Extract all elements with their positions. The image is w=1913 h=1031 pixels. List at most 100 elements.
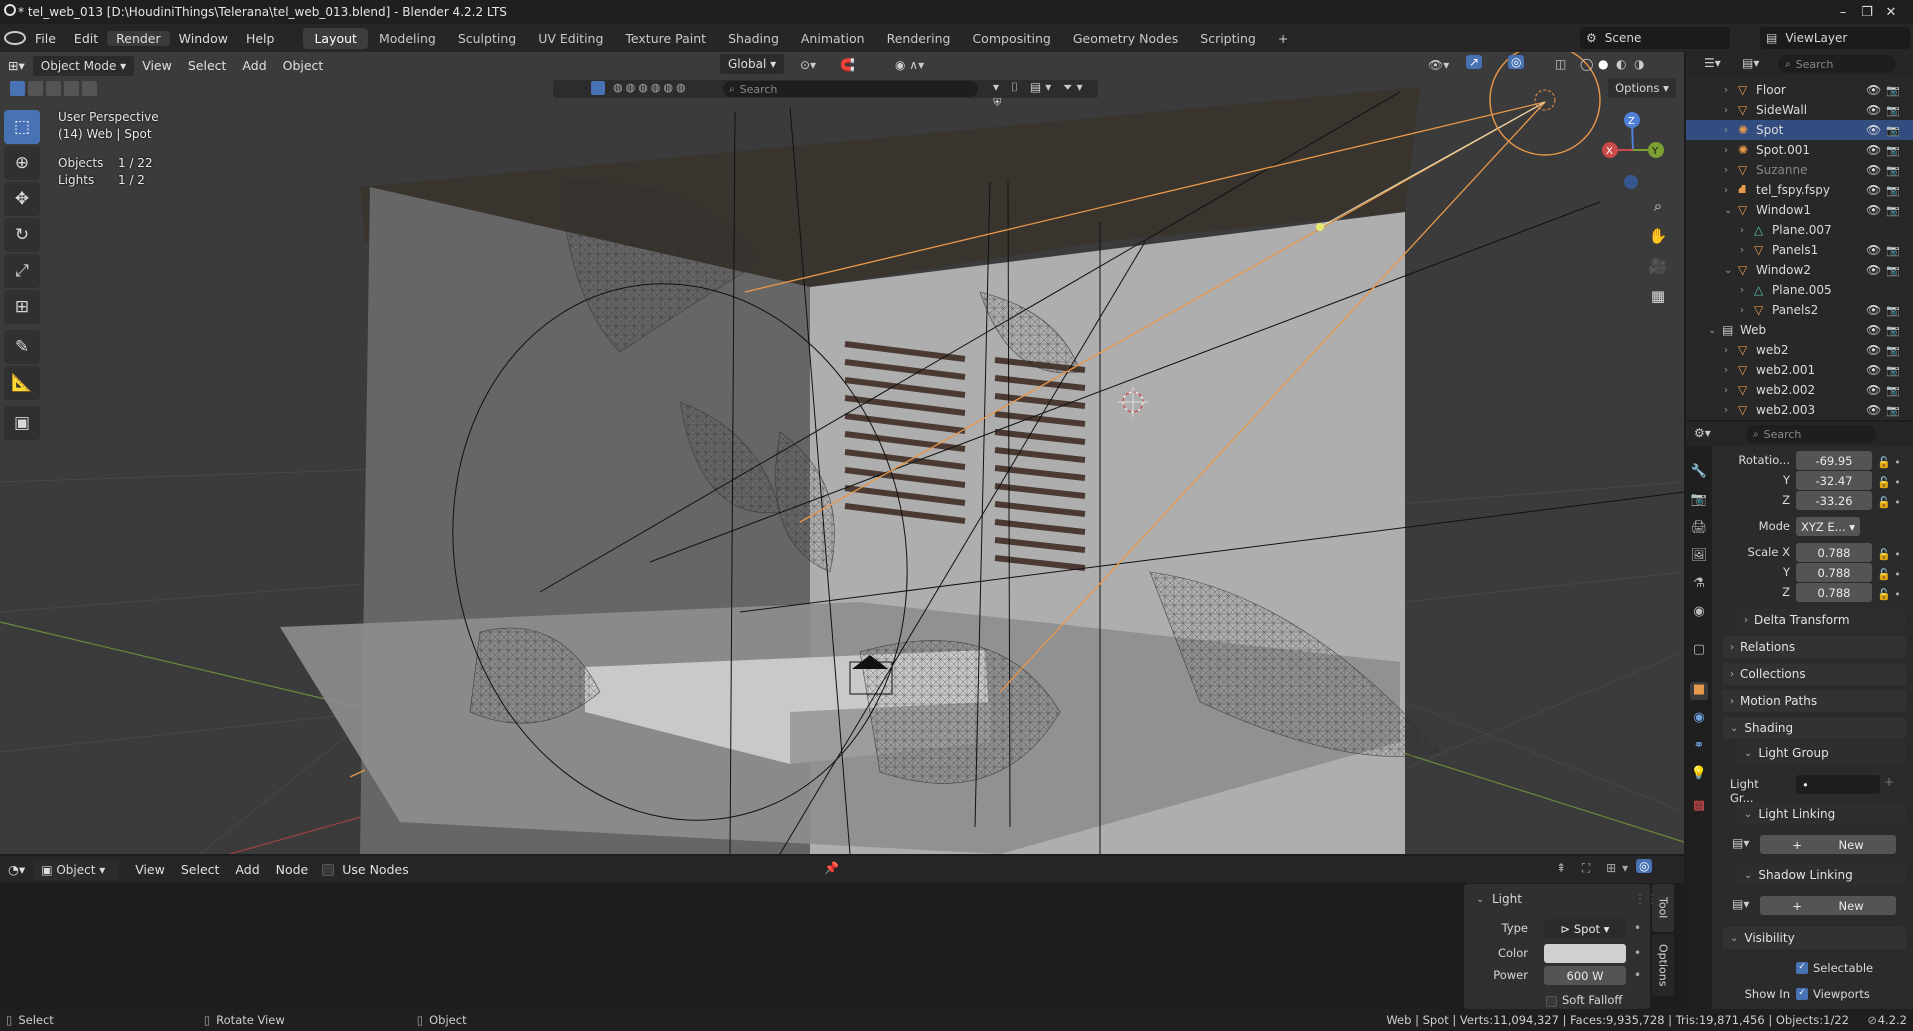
outliner-row[interactable]: › △ Plane.007 — [1686, 220, 1913, 240]
eye-icon[interactable]: 👁 — [1866, 323, 1881, 337]
select-subtract-icon[interactable] — [46, 81, 61, 96]
relations-panel[interactable]: › Relations — [1722, 636, 1906, 658]
options-dropdown[interactable]: Options ▾ — [1608, 78, 1676, 98]
eye-icon[interactable]: 👁 — [1866, 123, 1881, 137]
eye-icon[interactable]: 👁 — [1866, 143, 1881, 157]
zoom-icon[interactable]: ⌕ — [1644, 192, 1672, 220]
render-camera-icon[interactable]: 📷 — [1886, 184, 1900, 197]
outliner-row[interactable]: › ✺ Spot 👁 📷 — [1686, 120, 1913, 140]
shading-material-icon[interactable]: ◐ — [1616, 57, 1626, 71]
select-box-tool[interactable]: ⬚ — [4, 110, 40, 144]
select-intersect-icon[interactable] — [82, 81, 97, 96]
snap-icon[interactable]: 🧲 — [840, 58, 855, 72]
chevron-right-icon[interactable]: › — [1724, 145, 1728, 156]
world-tab-icon[interactable]: ◉ — [1690, 604, 1708, 622]
render-camera-icon[interactable]: 📷 — [1886, 304, 1900, 317]
outliner-row[interactable]: › ⛘ tel_fspy.fspy 👁 📷 — [1686, 180, 1913, 200]
node-header-tools-icons[interactable]: ⇞ ⛶ ⊞▾ — [1556, 861, 1634, 876]
render-tab-icon[interactable]: 📷 — [1690, 492, 1708, 510]
node-menu-add[interactable]: Add — [227, 859, 267, 880]
chevron-right-icon[interactable]: › — [1740, 245, 1744, 256]
add-workspace-icon[interactable]: + — [1267, 28, 1299, 49]
eye-icon[interactable]: 👁 — [1866, 103, 1881, 117]
light-group-input[interactable]: • — [1796, 775, 1880, 794]
outliner-row[interactable]: › ▽ web2 👁 📷 — [1686, 340, 1913, 360]
pin-icon[interactable]: 📌 — [824, 861, 839, 875]
object-tab-icon[interactable]: ■ — [1690, 682, 1708, 700]
blender-menu-icon[interactable] — [4, 31, 26, 45]
tab-animation[interactable]: Animation — [790, 28, 876, 49]
physics-tab-icon[interactable]: ◉ — [1690, 710, 1708, 728]
view-layer-tab-icon[interactable]: 🖼 — [1690, 548, 1708, 566]
close-icon[interactable]: ✕ — [1868, 0, 1913, 24]
rotate-tool[interactable]: ↻ — [4, 218, 40, 252]
shading-solid-icon[interactable]: ● — [1598, 57, 1608, 71]
pivot-icon[interactable]: ⊙▾ — [800, 58, 816, 72]
chevron-down-icon[interactable]: ⌄ — [1724, 265, 1732, 276]
menu-edit[interactable]: Edit — [65, 31, 107, 46]
filter-options-icons[interactable]: ▾ ⌷ ▤▾ ⏷▾ ⛨ — [993, 80, 1098, 110]
delta-transform-panel[interactable]: › Delta Transform — [1736, 609, 1906, 631]
shader-type-dropdown[interactable]: ▣ Object ▾ — [33, 859, 120, 880]
shadow-linking-panel[interactable]: ⌄ Shadow Linking — [1736, 864, 1906, 886]
render-camera-icon[interactable]: 📷 — [1886, 404, 1900, 417]
collection-picker-icon[interactable]: ▤▾ — [1732, 897, 1749, 911]
render-camera-icon[interactable]: 📷 — [1886, 84, 1900, 97]
outliner-row[interactable]: › ▽ web2.003 👁 📷 — [1686, 400, 1913, 420]
render-camera-icon[interactable]: 📷 — [1886, 324, 1900, 337]
viewport-scene[interactable]: Z X Y — [0, 52, 1684, 854]
outliner-row[interactable]: ⌄ ▤ Web 👁 📷 — [1686, 320, 1913, 340]
tab-geometry-nodes[interactable]: Geometry Nodes — [1062, 28, 1189, 49]
outliner-row[interactable]: › ▽ Suzanne 👁 📷 — [1686, 160, 1913, 180]
tab-options[interactable]: Options — [1652, 934, 1674, 996]
menu-window[interactable]: Window — [170, 31, 237, 46]
output-tab-icon[interactable]: 🖨 — [1690, 520, 1708, 538]
viewport-menu-select[interactable]: Select — [180, 55, 235, 76]
outliner-row[interactable]: ⌄ ▽ Window2 👁 📷 — [1686, 260, 1913, 280]
outliner-row[interactable]: › ▽ Panels1 👁 📷 — [1686, 240, 1913, 260]
tab-rendering[interactable]: Rendering — [876, 28, 962, 49]
spot-light-icon[interactable] — [1534, 89, 1556, 111]
shading-panel[interactable]: ⌄ Shading — [1722, 717, 1906, 739]
scale-tool[interactable]: ⤢ — [4, 254, 40, 288]
chevron-right-icon[interactable]: › — [1740, 225, 1744, 236]
tab-shading[interactable]: Shading — [717, 28, 790, 49]
3d-viewport[interactable]: Z X Y User Perspective (14) Web | Spot O… — [0, 52, 1684, 854]
light-group-panel[interactable]: ⌄ Light Group — [1736, 742, 1906, 764]
tool-tab-icon[interactable]: 🔧 — [1690, 464, 1708, 482]
tab-sculpting[interactable]: Sculpting — [447, 28, 527, 49]
collection-tab-icon[interactable]: ▢ — [1690, 642, 1708, 660]
outliner-row[interactable]: › ▽ web2.001 👁 📷 — [1686, 360, 1913, 380]
outliner-row[interactable]: › ✺ Spot.001 👁 📷 — [1686, 140, 1913, 160]
light-linking-panel[interactable]: ⌄ Light Linking — [1736, 803, 1906, 825]
node-editor-type-icon[interactable]: ◔▾ — [0, 859, 33, 880]
menu-render[interactable]: Render — [107, 30, 170, 46]
tab-texture-paint[interactable]: Texture Paint — [614, 28, 717, 49]
chevron-right-icon[interactable]: › — [1724, 165, 1728, 176]
outliner[interactable]: ☰▾ ▤▾ ⌕ Search › ▽ Floor 👁 📷 › ▽ SideWall 👁 📷 › ✺ Sp… — [1686, 52, 1913, 420]
viewports-checkbox[interactable]: ✓ — [1796, 988, 1808, 1000]
chevron-right-icon[interactable]: › — [1724, 125, 1728, 136]
keyframe-dot-icon[interactable]: • — [1634, 921, 1641, 935]
render-camera-icon[interactable]: 📷 — [1886, 244, 1900, 257]
eye-icon[interactable]: 👁 — [1866, 343, 1881, 357]
orientation-dropdown[interactable]: Global ▾ — [720, 54, 785, 74]
chevron-right-icon[interactable]: › — [1724, 105, 1728, 116]
node-menu-view[interactable]: View — [127, 859, 173, 880]
keyframe-dot-icon[interactable]: • — [1634, 946, 1641, 960]
select-invert-icon[interactable] — [64, 81, 79, 96]
cursor-tool[interactable]: ⊕ — [4, 146, 40, 180]
gizmo-toggle-icon[interactable]: ↗ — [1466, 55, 1483, 69]
render-camera-icon[interactable]: 📷 — [1886, 344, 1900, 357]
measure-tool[interactable]: 📐 — [4, 366, 40, 400]
tab-scripting[interactable]: Scripting — [1189, 28, 1267, 49]
rotation-y-field[interactable]: -32.47 — [1796, 471, 1872, 490]
scale-x-field[interactable]: 0.788 — [1796, 543, 1872, 562]
move-tool[interactable]: ✥ — [4, 182, 40, 216]
selectable-checkbox[interactable]: ✓ — [1796, 962, 1808, 974]
viewport-menu-object[interactable]: Object — [275, 55, 332, 76]
scale-z-field[interactable]: 0.788 — [1796, 583, 1872, 602]
shading-wire-icon[interactable]: ◯ — [1580, 57, 1593, 71]
light-data-tab-icon[interactable]: 💡 — [1690, 766, 1708, 784]
pan-hand-icon[interactable]: ✋ — [1644, 222, 1672, 250]
